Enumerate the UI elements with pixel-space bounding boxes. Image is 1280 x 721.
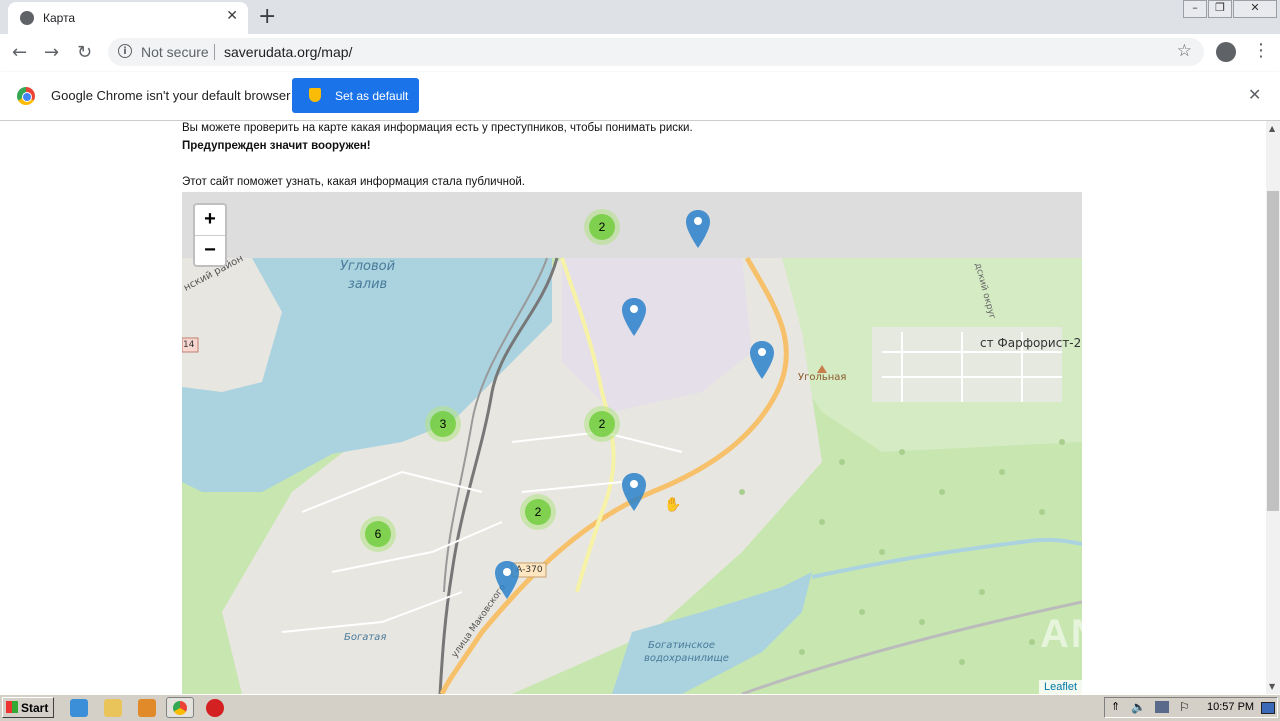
toolbar: ← → ↻ i Not secure saverudata.org/map/ ☆… xyxy=(0,34,1280,73)
river-label: Богатая xyxy=(344,632,387,643)
ie-icon[interactable] xyxy=(70,699,88,717)
chrome-taskbar-button[interactable] xyxy=(166,697,194,718)
close-window-button[interactable]: ✕ xyxy=(1233,0,1277,18)
tab-strip: Карта ✕ + – ❐ ✕ xyxy=(0,0,1280,34)
bay-label: Угловой залив xyxy=(340,258,395,294)
chrome-icon xyxy=(173,701,187,715)
scroll-thumb[interactable] xyxy=(1267,191,1279,511)
marker-cluster[interactable]: 2 xyxy=(584,406,620,442)
shield-icon xyxy=(309,88,321,102)
taskbar: Start ⇑ 🔈 ⚐ 10:57 PM xyxy=(0,694,1280,721)
windows-flag-icon xyxy=(6,701,18,713)
restore-button[interactable]: ❐ xyxy=(1208,0,1232,18)
hand-cursor-icon: ✋ xyxy=(664,497,682,513)
leaflet-attribution[interactable]: Leaflet xyxy=(1038,680,1082,694)
bookmark-star-icon[interactable]: ☆ xyxy=(1177,41,1192,61)
chrome-logo-icon xyxy=(17,87,35,105)
tab-close-icon[interactable]: ✕ xyxy=(226,8,238,24)
menu-icon[interactable]: ⋮ xyxy=(1252,40,1270,61)
description-line: Этот сайт поможет узнать, какая информац… xyxy=(182,176,525,188)
zoom-in-button[interactable]: + xyxy=(195,205,225,236)
bay-label-line1: Угловой xyxy=(340,259,396,274)
anyrun-watermark: ANY RUN xyxy=(1040,612,1236,656)
map[interactable]: Угловой залив нский район 14 ст Фарфорис… xyxy=(182,192,1082,694)
info-icon[interactable]: i xyxy=(118,44,132,58)
tab-title: Карта xyxy=(43,11,76,25)
address-bar[interactable]: i Not secure saverudata.org/map/ ☆ xyxy=(108,38,1204,66)
map-pin-icon[interactable] xyxy=(621,297,647,337)
map-tiles[interactable] xyxy=(182,192,1082,694)
zoom-out-button[interactable]: − xyxy=(195,236,225,266)
zoom-control: + − xyxy=(193,203,227,267)
intro-line: Вы можете проверить на карте какая инфор… xyxy=(182,122,693,134)
cluster-count: 3 xyxy=(430,411,456,437)
infobar-close-icon[interactable]: ✕ xyxy=(1248,85,1261,104)
settlement-label: ст Фарфорист-2 xyxy=(980,336,1082,350)
flag-icon[interactable]: ⚐ xyxy=(1179,700,1190,714)
network-icon[interactable] xyxy=(1155,701,1169,713)
volume-icon[interactable]: 🔈 xyxy=(1131,700,1146,714)
set-as-default-button[interactable]: Set as default xyxy=(292,78,419,113)
media-player-icon[interactable] xyxy=(138,699,156,717)
new-tab-button[interactable]: + xyxy=(258,4,276,29)
cluster-count: 2 xyxy=(589,411,615,437)
set-as-default-label: Set as default xyxy=(335,89,409,103)
url-text[interactable]: saverudata.org/map/ xyxy=(224,44,352,60)
start-label: Start xyxy=(21,701,49,715)
map-pin-icon[interactable] xyxy=(621,472,647,512)
back-icon[interactable]: ← xyxy=(12,42,27,63)
scroll-up-icon[interactable]: ▲ xyxy=(1269,124,1275,133)
start-button[interactable]: Start xyxy=(2,697,54,718)
folder-icon[interactable] xyxy=(104,699,122,717)
road-number-label: 14 xyxy=(183,340,195,350)
tab-map[interactable]: Карта ✕ xyxy=(8,2,248,34)
reload-icon[interactable]: ↻ xyxy=(77,42,92,63)
ugolnaya-label: Угольная xyxy=(798,372,847,383)
cluster-count: 6 xyxy=(365,521,391,547)
reservoir-label-1: Богатинское xyxy=(648,640,716,651)
marker-cluster[interactable]: 6 xyxy=(360,516,396,552)
system-tray: ⇑ 🔈 ⚐ 10:57 PM xyxy=(1104,697,1278,718)
map-pin-icon[interactable] xyxy=(685,209,711,249)
globe-icon xyxy=(20,11,34,25)
default-browser-infobar: Google Chrome isn't your default browser… xyxy=(0,72,1280,121)
marker-cluster[interactable]: 2 xyxy=(520,494,556,530)
motto-line: Предупрежден значит вооружен! xyxy=(182,140,371,152)
show-desktop-icon[interactable] xyxy=(1261,702,1275,714)
forward-icon[interactable]: → xyxy=(44,42,59,63)
reservoir-label-2: водохранилище xyxy=(644,653,729,664)
marker-cluster[interactable]: 3 xyxy=(425,406,461,442)
profile-avatar-icon[interactable] xyxy=(1216,42,1236,62)
security-label[interactable]: Not secure xyxy=(141,44,209,60)
scroll-down-icon[interactable]: ▼ xyxy=(1269,682,1275,691)
bay-label-line2: залив xyxy=(347,277,388,292)
cluster-count: 2 xyxy=(525,499,551,525)
opera-icon[interactable] xyxy=(206,699,224,717)
cluster-count: 2 xyxy=(589,214,615,240)
map-pin-icon[interactable] xyxy=(494,560,520,600)
marker-cluster[interactable]: 2 xyxy=(584,209,620,245)
page-scrollbar[interactable]: ▲ ▼ xyxy=(1266,121,1280,694)
infobar-message: Google Chrome isn't your default browser xyxy=(51,88,291,103)
omnibox-divider xyxy=(214,44,215,60)
minimize-button[interactable]: – xyxy=(1183,0,1207,18)
map-pin-icon[interactable] xyxy=(749,340,775,380)
page-content: Вы можете проверить на карте какая инфор… xyxy=(0,121,1266,694)
tray-expand-icon[interactable]: ⇑ xyxy=(1111,700,1120,713)
clock[interactable]: 10:57 PM xyxy=(1207,701,1254,713)
